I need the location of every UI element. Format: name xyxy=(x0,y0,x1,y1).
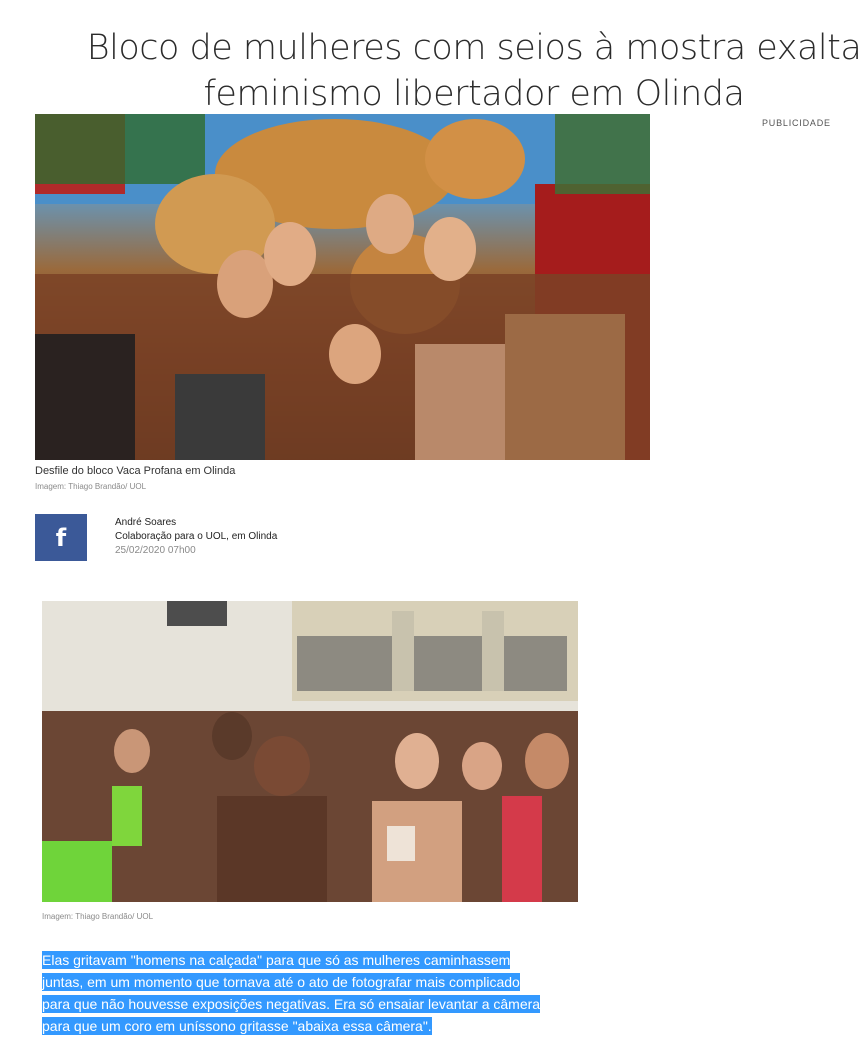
paragraph-line-2: juntas, em um momento que tornava até o … xyxy=(42,973,520,991)
author-role: Colaboração para o UOL, em Olinda xyxy=(115,531,278,542)
article-headline: Bloco de mulheres com seios à mostra exa… xyxy=(60,25,864,117)
author-name: André Soares xyxy=(115,517,177,528)
facebook-icon: f xyxy=(55,523,67,552)
paragraph-line-4: para que um coro em uníssono gritasse "a… xyxy=(42,1017,432,1035)
main-article-photo[interactable] xyxy=(35,114,650,460)
facebook-share-button[interactable]: f xyxy=(35,514,87,561)
photo-credit: Imagem: Thiago Brandão/ UOL xyxy=(35,482,147,491)
publish-date: 25/02/2020 07h00 xyxy=(115,545,196,556)
photo-caption: Desfile do bloco Vaca Profana em Olinda xyxy=(35,465,236,477)
advertising-label: PUBLICIDADE xyxy=(762,118,831,128)
headline-line-2: feminismo libertador em Olinda xyxy=(203,74,745,115)
headline-line-1: Bloco de mulheres com seios à mostra exa… xyxy=(86,28,862,69)
paragraph-line-3: para que não houvesse exposições negativ… xyxy=(42,995,541,1013)
crowd-photo-illustration xyxy=(35,114,650,460)
article-paragraph: Elas gritavam "homens na calçada" para q… xyxy=(42,949,602,1037)
paragraph-line-1: Elas gritavam "homens na calçada" para q… xyxy=(42,951,511,969)
photo-credit-secondary: Imagem: Thiago Brandão/ UOL xyxy=(42,912,154,921)
secondary-article-photo[interactable] xyxy=(42,601,578,902)
byline: André Soares Colaboração para o UOL, em … xyxy=(115,516,277,558)
street-crowd-illustration xyxy=(42,601,578,902)
